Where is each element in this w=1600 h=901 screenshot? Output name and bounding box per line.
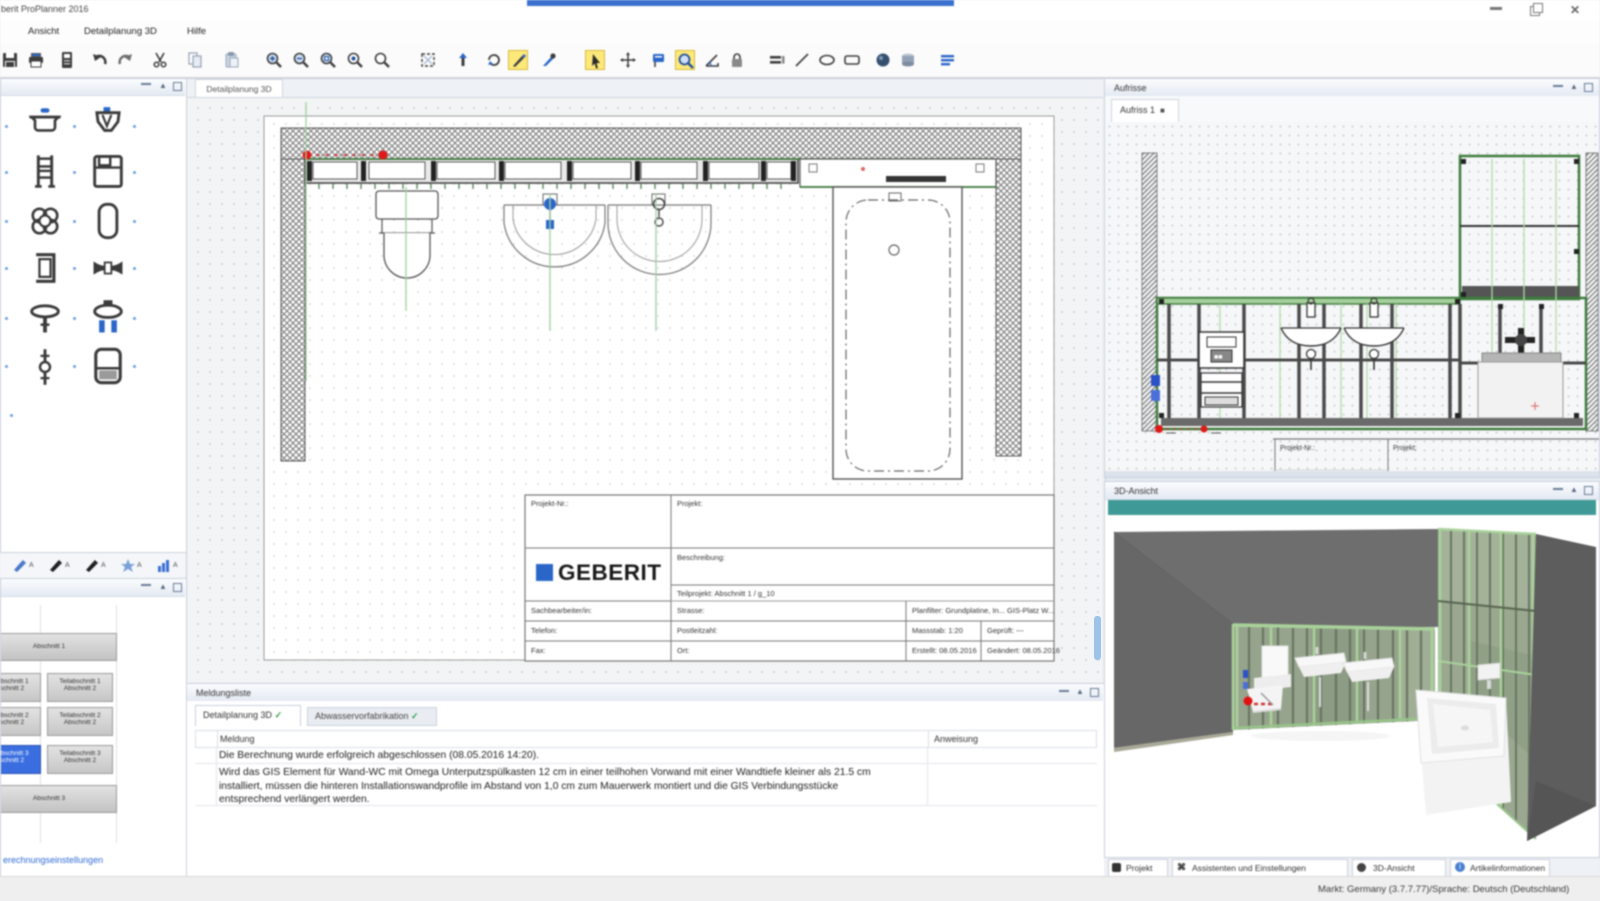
svg-text:Geändert: 08.05.2016: Geändert: 08.05.2016 [987, 646, 1060, 655]
svg-text:Geprüft: ---: Geprüft: --- [987, 626, 1024, 635]
svg-text:Beschreibung:: Beschreibung: [677, 553, 725, 562]
svg-text:■■: ■■ [1214, 354, 1222, 361]
svg-text:Postleitzahl:: Postleitzahl: [677, 626, 717, 635]
svg-text:Projekt:: Projekt: [1393, 445, 1417, 452]
svg-text:Telefon:: Telefon: [531, 626, 557, 635]
svg-text:Projekt-Nr.:: Projekt-Nr.: [1280, 445, 1315, 452]
svg-text:Projekt:: Projekt: [677, 499, 702, 508]
svg-text:Projekt-Nr.:: Projekt-Nr.: [531, 499, 569, 508]
svg-text:Teilprojekt: Abschnitt 1 / g_: Teilprojekt: Abschnitt 1 / g_10 [677, 589, 775, 598]
svg-text:Fax:: Fax: [531, 646, 546, 655]
svg-text:Massstab: 1:20: Massstab: 1:20 [912, 626, 963, 635]
svg-text:Strasse:: Strasse: [677, 606, 705, 615]
svg-text:Ort:: Ort: [677, 646, 690, 655]
svg-text:Sachbearbeiter/in:: Sachbearbeiter/in: [531, 606, 592, 615]
svg-text:Erstellt: 08.05.2016: Erstellt: 08.05.2016 [912, 646, 977, 655]
svg-text:GEBERIT: GEBERIT [558, 560, 662, 585]
svg-text:Planfilter: Grundplatine, In.: Planfilter: Grundplatine, In... GIS-Plat… [912, 606, 1054, 615]
